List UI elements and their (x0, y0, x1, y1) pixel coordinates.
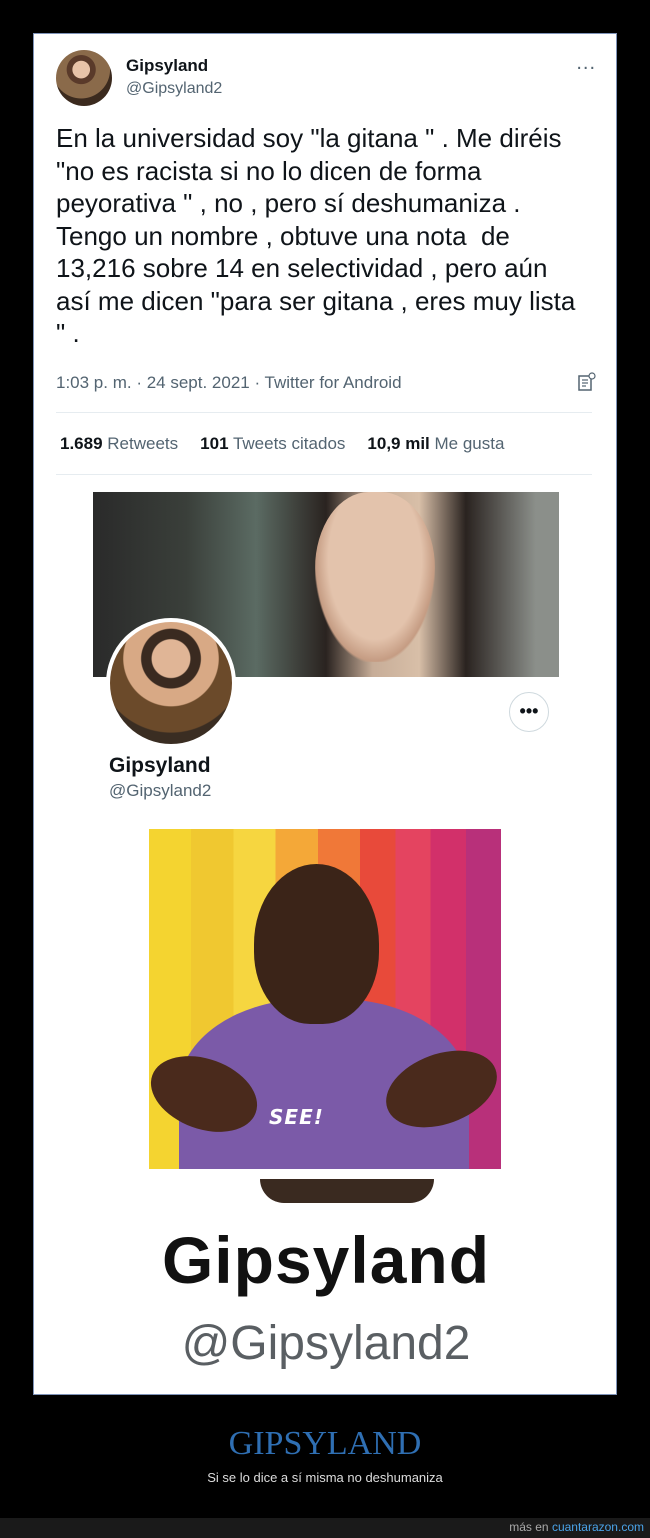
zoomed-profile-name: Gipsyland (161, 1223, 491, 1297)
author-name[interactable]: Gipsyland (126, 56, 208, 76)
profile-handle: @Gipsyland2 (109, 781, 212, 800)
gif-person-head (254, 864, 379, 1024)
tweet-text: En la universidad soy "la gitana " . Me … (56, 123, 576, 348)
profile-avatar[interactable] (106, 618, 236, 748)
profile-name: Gipsyland (109, 754, 211, 777)
retweets-stat[interactable]: 1.689 Retweets (60, 434, 178, 454)
author-avatar[interactable] (56, 50, 112, 106)
analytics-icon[interactable] (578, 372, 596, 392)
profile-more-icon[interactable]: ••• (509, 692, 549, 732)
divider (56, 412, 592, 413)
caption-subtitle: Si se lo dice a sí misma no deshumaniza (207, 1470, 443, 1485)
caption-title: GIPSYLAND (228, 1425, 422, 1462)
zoomed-avatar-edge (260, 1179, 434, 1203)
quote-tweets-stat[interactable]: 101 Tweets citados (200, 434, 345, 454)
footer-text: más en cuantarazon.com (509, 1520, 644, 1534)
tweet-stats: 1.689 Retweets 101 Tweets citados 10,9 m… (60, 434, 504, 454)
footer-bar: más en cuantarazon.com (0, 1518, 650, 1538)
more-options-icon[interactable]: ... (576, 52, 596, 75)
site-link[interactable]: cuantarazon.com (552, 1520, 644, 1534)
banner-photo (315, 492, 435, 662)
zoomed-profile-handle: @Gipsyland2 (181, 1317, 471, 1370)
tweet-card: Gipsyland @Gipsyland2 ... En la universi… (33, 33, 617, 1395)
footer-prefix: más en (509, 1520, 549, 1534)
tweet-meta[interactable]: 1:03 p. m. · 24 sept. 2021 · Twitter for… (56, 373, 402, 393)
likes-stat[interactable]: 10,9 mil Me gusta (367, 434, 504, 454)
gif-hoodie-text: SEE! (269, 1105, 324, 1129)
divider (56, 474, 592, 475)
reaction-gif: SEE! (149, 829, 501, 1169)
author-handle[interactable]: @Gipsyland2 (126, 80, 222, 98)
